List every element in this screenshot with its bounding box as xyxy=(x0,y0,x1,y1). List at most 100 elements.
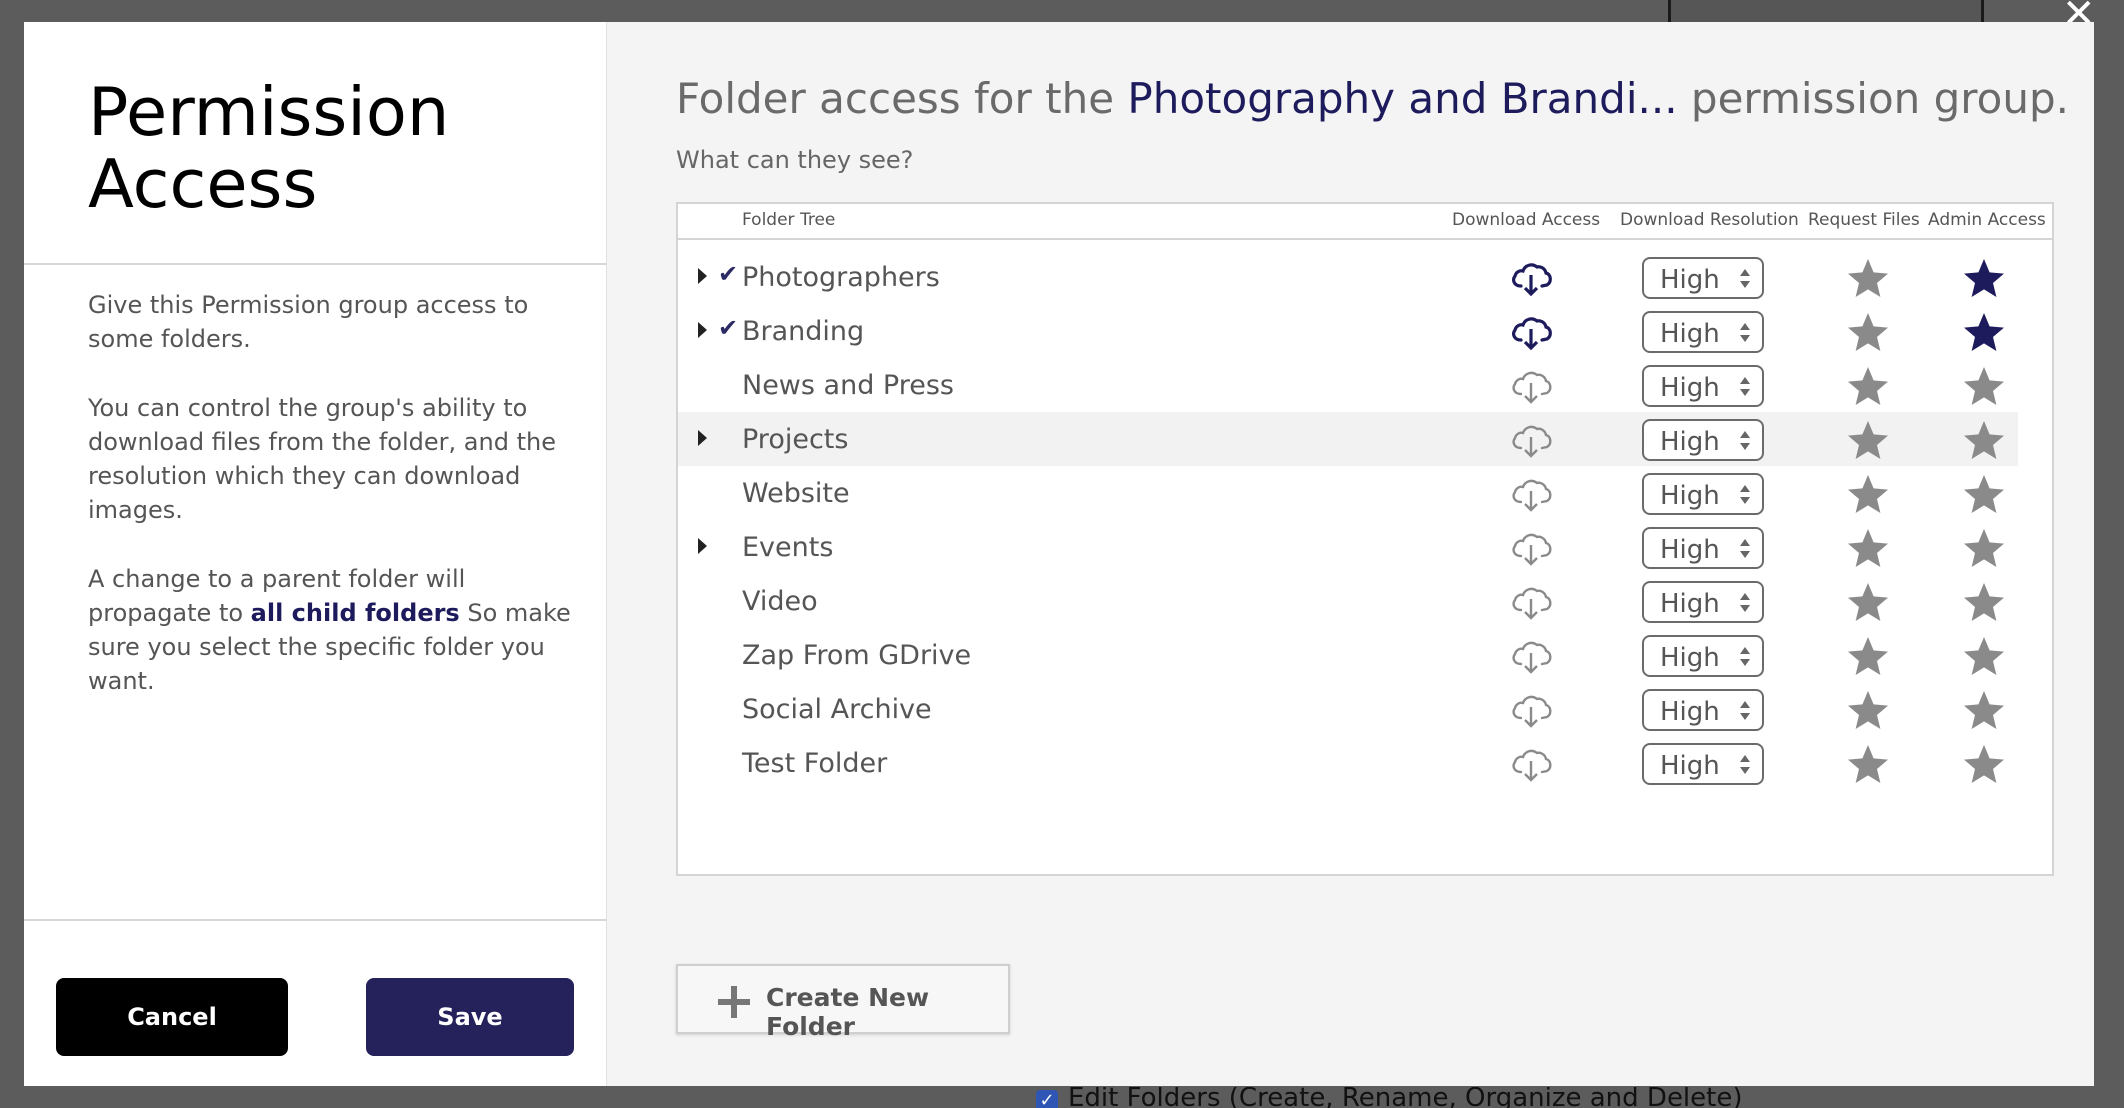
request-files-star-icon[interactable] xyxy=(1845,688,1891,734)
admin-access-star-icon[interactable] xyxy=(1961,256,2007,302)
select-down-arrow-icon xyxy=(1740,659,1750,666)
select-down-arrow-icon xyxy=(1740,335,1750,342)
request-files-star-icon[interactable] xyxy=(1845,256,1891,302)
resolution-select[interactable]: High xyxy=(1642,527,1764,569)
checkmark-icon: ✔ xyxy=(718,260,739,288)
subheading: What can they see? xyxy=(676,146,914,174)
request-files-star-icon[interactable] xyxy=(1845,310,1891,356)
resolution-select[interactable]: High xyxy=(1642,419,1764,461)
download-cloud-icon[interactable] xyxy=(1508,582,1554,622)
section-heading: Folder access for the Photography and Br… xyxy=(676,74,2069,123)
admin-access-star-icon[interactable] xyxy=(1961,418,2007,464)
download-cloud-icon[interactable] xyxy=(1508,744,1554,784)
download-cloud-icon[interactable] xyxy=(1508,636,1554,676)
page-title: Permission Access xyxy=(88,73,450,223)
admin-access-star-icon[interactable] xyxy=(1961,634,2007,680)
select-down-arrow-icon xyxy=(1740,281,1750,288)
emphasis-text: all child folders xyxy=(250,599,460,627)
select-up-arrow-icon xyxy=(1740,485,1750,492)
table-row[interactable]: Website High xyxy=(678,466,2018,520)
expand-caret-icon[interactable] xyxy=(698,322,707,338)
folder-name: Social Archive xyxy=(742,694,932,725)
select-down-arrow-icon xyxy=(1740,497,1750,504)
resolution-select[interactable]: High xyxy=(1642,365,1764,407)
request-files-star-icon[interactable] xyxy=(1845,472,1891,518)
download-cloud-icon[interactable] xyxy=(1508,690,1554,730)
table-row[interactable]: Events High xyxy=(678,520,2018,574)
plus-icon xyxy=(718,986,750,1018)
cancel-button[interactable]: Cancel xyxy=(56,978,288,1056)
folder-name: Test Folder xyxy=(742,748,888,779)
folder-name: Events xyxy=(742,532,834,563)
edit-folders-label: Edit Folders (Create, Rename, Organize a… xyxy=(1068,1087,1743,1108)
resolution-value: High xyxy=(1660,373,1720,403)
resolution-value: High xyxy=(1660,643,1720,673)
edit-folders-checkbox[interactable]: ✓ Edit Folders (Create, Rename, Organize… xyxy=(1036,1087,1743,1108)
column-header-download-access: Download Access xyxy=(1452,210,1601,230)
table-row[interactable]: Social Archive High xyxy=(678,682,2018,736)
resolution-select[interactable]: High xyxy=(1642,311,1764,353)
admin-access-star-icon[interactable] xyxy=(1961,364,2007,410)
expand-caret-icon[interactable] xyxy=(698,268,707,284)
resolution-select[interactable]: High xyxy=(1642,743,1764,785)
select-down-arrow-icon xyxy=(1740,389,1750,396)
admin-access-star-icon[interactable] xyxy=(1961,472,2007,518)
admin-access-star-icon[interactable] xyxy=(1961,526,2007,572)
heading-text: Folder access for the xyxy=(676,74,1128,123)
expand-caret-icon[interactable] xyxy=(698,430,707,446)
resolution-value: High xyxy=(1660,427,1720,457)
select-up-arrow-icon xyxy=(1740,377,1750,384)
divider xyxy=(24,263,607,265)
select-down-arrow-icon xyxy=(1740,767,1750,774)
column-header-download-resolution: Download Resolution xyxy=(1620,210,1799,230)
download-cloud-icon[interactable] xyxy=(1508,474,1554,514)
expand-caret-icon[interactable] xyxy=(698,538,707,554)
table-row[interactable]: Test Folder High xyxy=(678,736,2018,790)
column-header-folder-tree: Folder Tree xyxy=(742,210,836,230)
table-row[interactable]: ✔ Photographers High xyxy=(678,250,2018,304)
download-cloud-icon[interactable] xyxy=(1508,420,1554,460)
download-cloud-icon[interactable] xyxy=(1508,528,1554,568)
download-cloud-icon[interactable] xyxy=(1508,312,1554,352)
description-paragraph: You can control the group's ability to d… xyxy=(88,394,556,524)
request-files-star-icon[interactable] xyxy=(1845,418,1891,464)
table-row[interactable]: ✔ Branding High xyxy=(678,304,2018,358)
request-files-star-icon[interactable] xyxy=(1845,742,1891,788)
request-files-star-icon[interactable] xyxy=(1845,364,1891,410)
request-files-star-icon[interactable] xyxy=(1845,634,1891,680)
resolution-value: High xyxy=(1660,589,1720,619)
create-folder-button[interactable]: Create New Folder xyxy=(676,964,1010,1041)
resolution-select[interactable]: High xyxy=(1642,257,1764,299)
table-row[interactable]: Projects High xyxy=(678,412,2018,466)
admin-access-star-icon[interactable] xyxy=(1961,688,2007,734)
resolution-value: High xyxy=(1660,481,1720,511)
column-header-admin-access: Admin Access xyxy=(1928,210,2046,230)
request-files-star-icon[interactable] xyxy=(1845,526,1891,572)
admin-access-star-icon[interactable] xyxy=(1961,310,2007,356)
resolution-select[interactable]: High xyxy=(1642,473,1764,515)
resolution-select[interactable]: High xyxy=(1642,581,1764,623)
select-up-arrow-icon xyxy=(1740,647,1750,654)
download-cloud-icon[interactable] xyxy=(1508,258,1554,298)
resolution-select[interactable]: High xyxy=(1642,635,1764,677)
left-panel: Permission Access Give this Permission g… xyxy=(24,22,607,1086)
select-up-arrow-icon xyxy=(1740,431,1750,438)
table-row[interactable]: Zap From GDrive High xyxy=(678,628,2018,682)
resolution-value: High xyxy=(1660,697,1720,727)
select-up-arrow-icon xyxy=(1740,539,1750,546)
download-cloud-icon[interactable] xyxy=(1508,366,1554,406)
table-row[interactable]: Video High xyxy=(678,574,2018,628)
heading-text: permission group. xyxy=(1677,74,2069,123)
folder-name: Video xyxy=(742,586,818,617)
select-up-arrow-icon xyxy=(1740,323,1750,330)
table-row[interactable]: News and Press High xyxy=(678,358,2018,412)
save-button[interactable]: Save xyxy=(366,978,574,1056)
admin-access-star-icon[interactable] xyxy=(1961,742,2007,788)
resolution-select[interactable]: High xyxy=(1642,689,1764,731)
folder-name: Website xyxy=(742,478,850,509)
admin-access-star-icon[interactable] xyxy=(1961,580,2007,626)
select-up-arrow-icon xyxy=(1740,593,1750,600)
description-paragraph: A change to a parent folder will propaga… xyxy=(88,562,588,698)
folder-name: Projects xyxy=(742,424,849,455)
request-files-star-icon[interactable] xyxy=(1845,580,1891,626)
